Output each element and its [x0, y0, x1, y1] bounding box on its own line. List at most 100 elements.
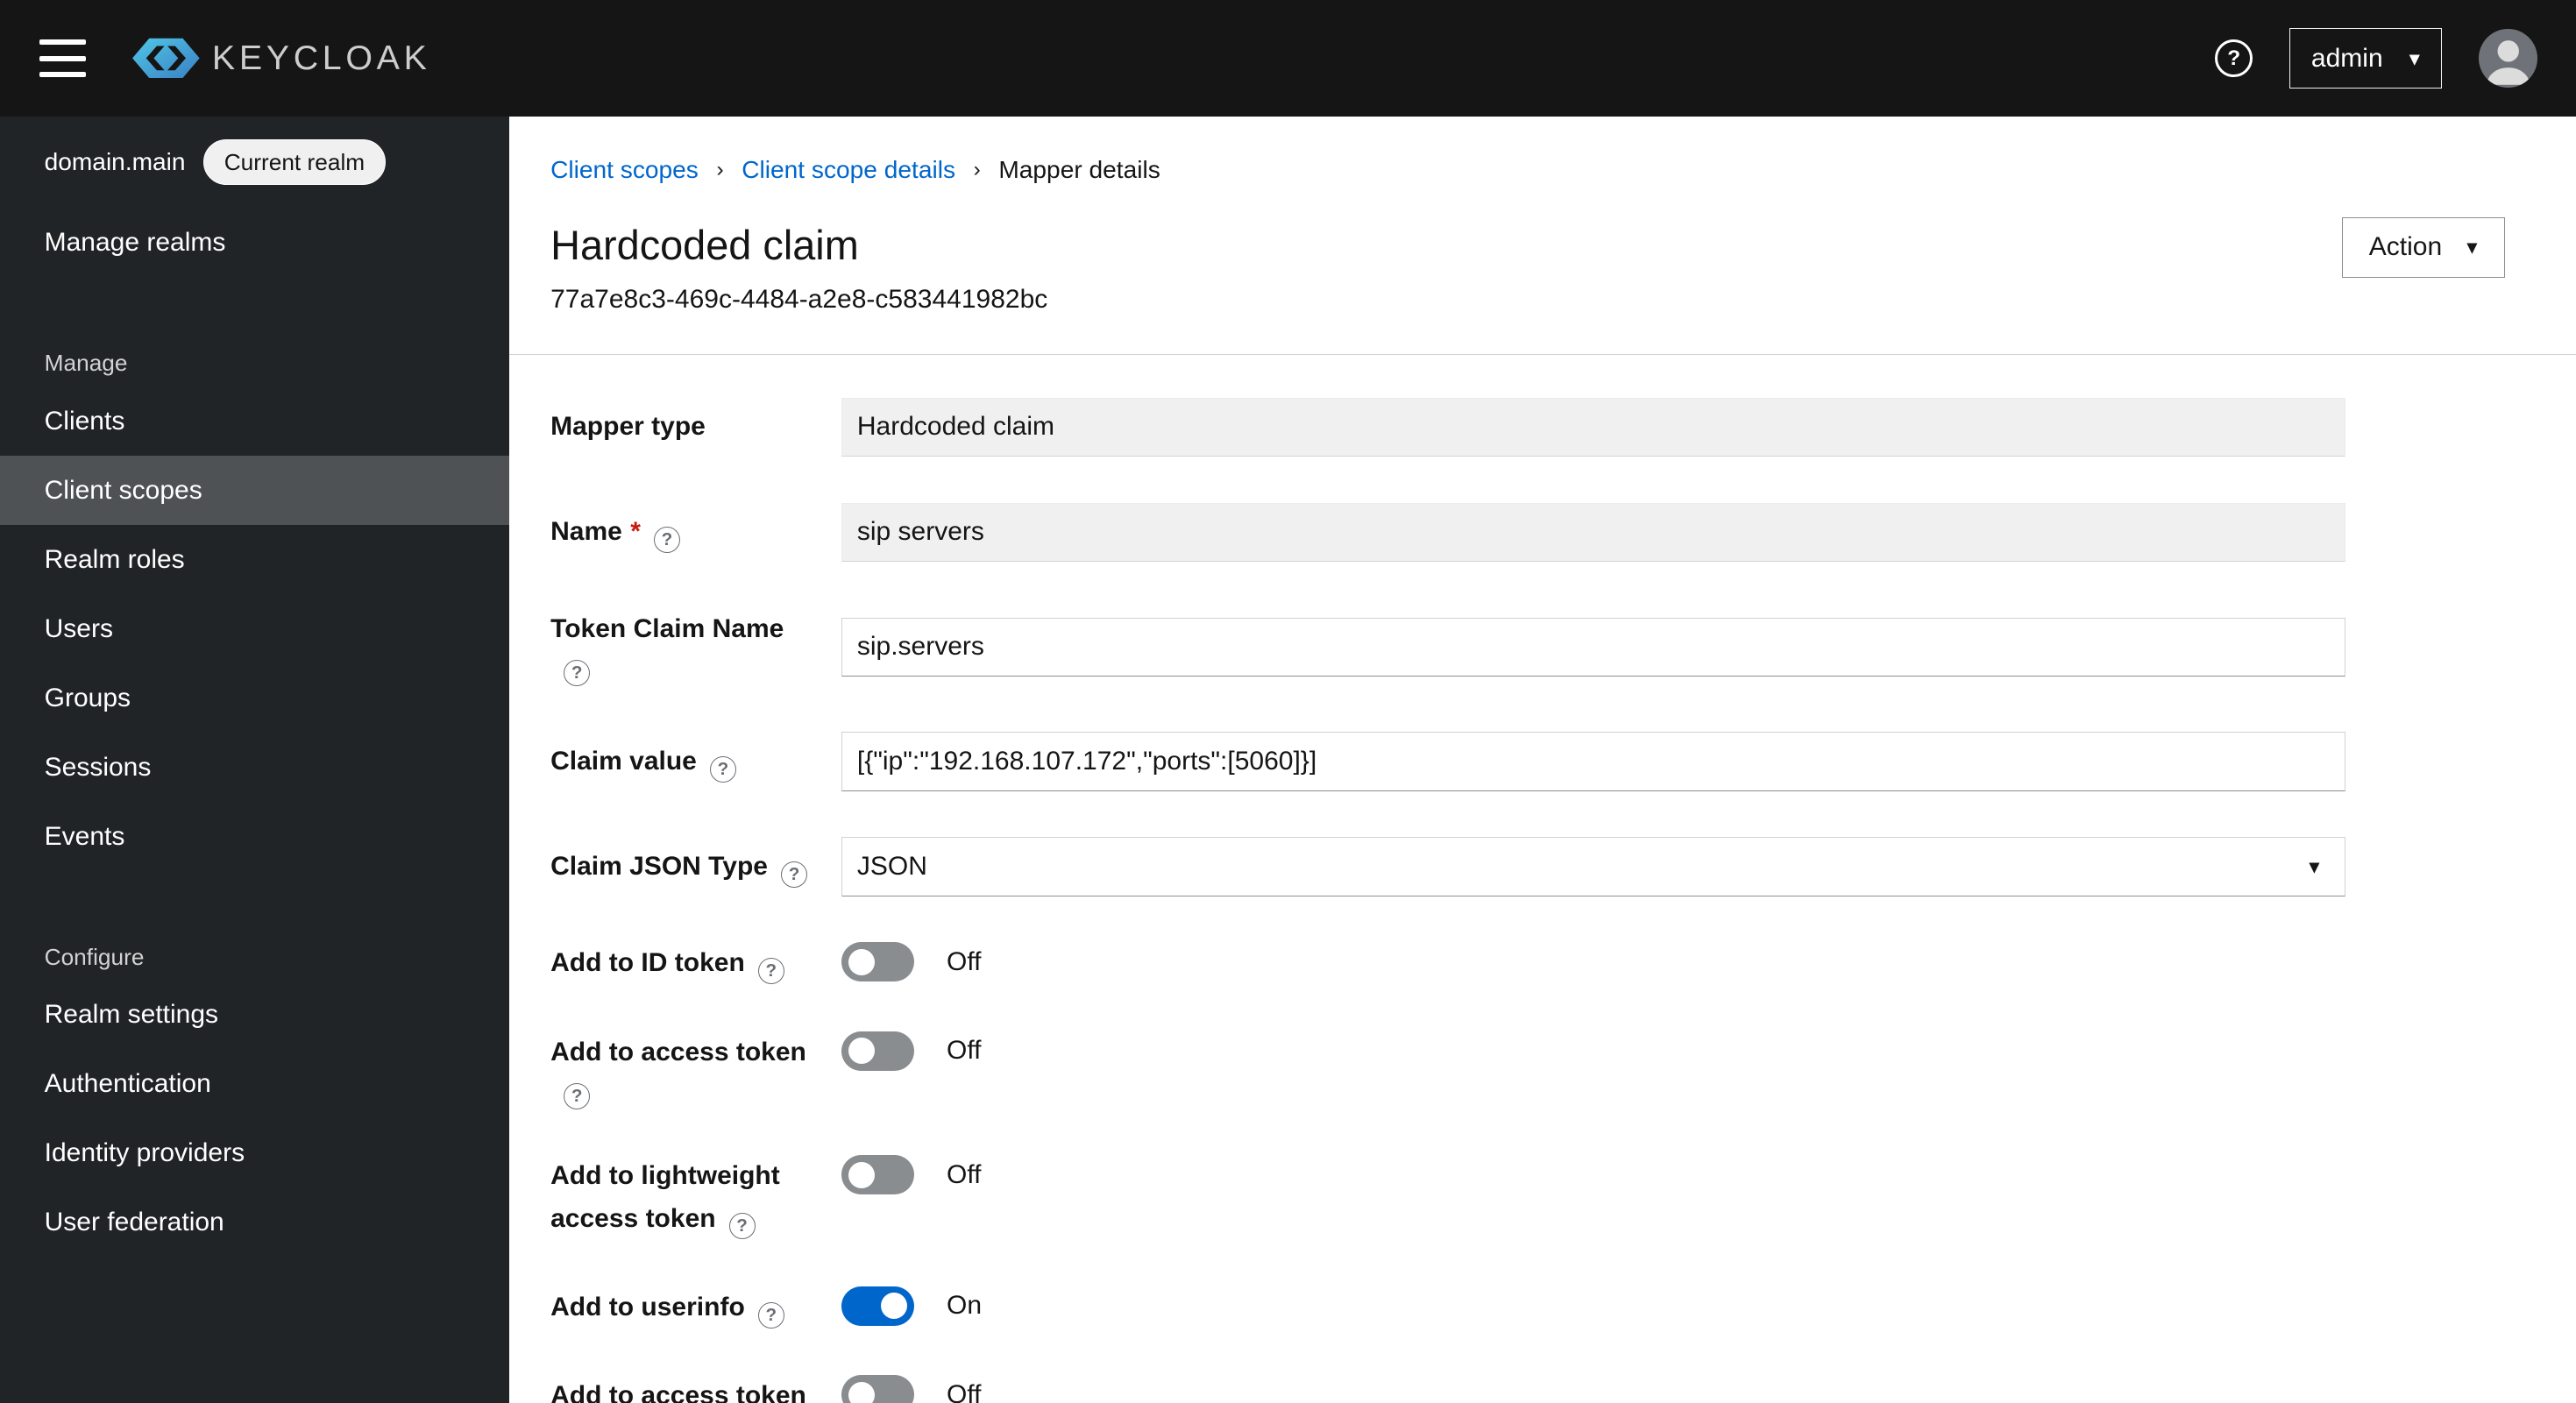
caret-down-icon: ▾: [2466, 236, 2478, 260]
breadcrumb: Client scopes › Client scope details › M…: [550, 156, 2504, 184]
page-header: Client scopes › Client scope details › M…: [509, 117, 2576, 354]
current-realm-badge: Current realm: [203, 139, 386, 186]
sidebar-item-sessions[interactable]: Sessions: [0, 733, 509, 802]
add-to-id-token-toggle[interactable]: [841, 942, 914, 982]
action-dropdown-button[interactable]: Action ▾: [2341, 216, 2505, 278]
body-row: domain.main Current realm Manage realms …: [0, 117, 2576, 1403]
brand-name: KEYCLOAK: [211, 39, 431, 78]
page-title: Hardcoded claim: [550, 223, 859, 269]
help-icon[interactable]: ?: [728, 1213, 756, 1240]
form-row-add-to-id-token: Add to ID token? Off: [550, 942, 2576, 985]
sidebar-item-realm-roles[interactable]: Realm roles: [0, 525, 509, 594]
claim-json-type-select[interactable]: JSON ▾: [841, 837, 2345, 896]
breadcrumb-separator-icon: ›: [716, 158, 724, 182]
form-row-add-to-access-token-2: Add to access token Off: [550, 1375, 2576, 1403]
nav-section-title-configure: Configure: [44, 943, 145, 970]
masthead-actions: ? admin ▾: [2215, 27, 2537, 89]
action-label: Action: [2368, 232, 2443, 262]
add-to-access-token-toggle[interactable]: [841, 1031, 914, 1071]
required-indicator: *: [630, 517, 641, 547]
form-row-add-to-access-token: Add to access token? Off: [550, 1031, 2576, 1109]
keycloak-brand: KEYCLOAK: [131, 37, 431, 80]
realm-selector[interactable]: domain.main Current realm: [0, 117, 509, 208]
help-icon[interactable]: ?: [564, 659, 591, 686]
username-label: admin: [2310, 43, 2383, 73]
toggle-state-label: Off: [947, 1159, 982, 1189]
add-to-id-token-label: Add to ID token: [550, 948, 745, 978]
switch-knob: [848, 948, 875, 975]
add-to-access-token-label: Add to access token: [550, 1037, 806, 1066]
sidebar-nav: domain.main Current realm Manage realms …: [0, 117, 510, 1403]
sidebar-item-realm-settings[interactable]: Realm settings: [0, 981, 509, 1050]
mapper-type-label: Mapper type: [550, 412, 706, 442]
caret-down-icon: ▾: [2409, 46, 2420, 71]
app-root: KEYCLOAK ? admin ▾ domain.main Current r…: [0, 0, 2576, 1403]
breadcrumb-separator-icon: ›: [973, 158, 981, 182]
add-to-lightweight-access-token-toggle[interactable]: [841, 1155, 914, 1195]
token-claim-name-input[interactable]: [841, 617, 2345, 677]
add-to-access-token-2-toggle[interactable]: [841, 1375, 914, 1403]
help-icon[interactable]: ?: [564, 1082, 591, 1109]
form-row-add-to-userinfo: Add to userinfo? On: [550, 1286, 2576, 1329]
mapper-details-form: Mapper type Name*? Token: [509, 355, 2576, 1403]
claim-json-type-label: Claim JSON Type: [550, 851, 768, 881]
token-claim-name-label: Token Claim Name: [550, 613, 784, 643]
switch-knob: [848, 1161, 875, 1188]
help-icon[interactable]: ?: [709, 755, 736, 783]
toggle-state-label: Off: [947, 1036, 982, 1066]
breadcrumb-client-scopes[interactable]: Client scopes: [550, 156, 699, 184]
sidebar-item-client-scopes[interactable]: Client scopes: [0, 456, 510, 526]
title-block: Hardcoded claim 77a7e8c3-469c-4484-a2e8-…: [550, 220, 1047, 315]
hamburger-menu-button[interactable]: [39, 39, 89, 78]
selected-option-label: JSON: [856, 852, 927, 882]
title-row: Hardcoded claim 77a7e8c3-469c-4484-a2e8-…: [550, 216, 2505, 315]
nav-section-title-manage: Manage: [44, 349, 128, 376]
toggle-state-label: On: [947, 1291, 983, 1321]
keycloak-logo-icon: [131, 37, 201, 80]
help-icon[interactable]: ?: [2215, 39, 2253, 78]
sidebar-item-groups[interactable]: Groups: [0, 663, 509, 733]
mapper-type-input: [841, 397, 2345, 457]
toggle-state-label: Off: [947, 1379, 982, 1403]
switch-knob: [881, 1293, 907, 1320]
sidebar-item-manage-realms[interactable]: Manage realms: [0, 208, 509, 277]
toggle-state-label: Off: [947, 946, 982, 976]
name-label: Name: [550, 517, 622, 547]
mapper-id: 77a7e8c3-469c-4484-a2e8-c583441982bc: [550, 284, 1048, 314]
help-icon[interactable]: ?: [757, 1301, 784, 1329]
help-icon[interactable]: ?: [780, 861, 807, 888]
avatar[interactable]: [2478, 28, 2537, 89]
form-row-claim-json-type: Claim JSON Type? JSON ▾: [550, 837, 2576, 896]
form-row-claim-value: Claim value?: [550, 732, 2576, 791]
add-to-userinfo-toggle[interactable]: [841, 1286, 914, 1326]
name-input: [841, 502, 2345, 563]
hamburger-bar: [39, 55, 86, 61]
help-icon[interactable]: ?: [757, 958, 784, 985]
sidebar-item-clients[interactable]: Clients: [0, 386, 509, 456]
switch-knob: [848, 1038, 875, 1065]
hamburger-bar: [39, 72, 86, 78]
form-row-token-claim-name: Token Claim Name?: [550, 608, 2576, 686]
caret-down-icon: ▾: [2309, 855, 2320, 880]
add-to-access-token-2-label: Add to access token: [550, 1381, 806, 1403]
hamburger-bar: [39, 39, 86, 45]
help-icon[interactable]: ?: [653, 526, 680, 553]
form-row-name: Name *?: [550, 502, 2576, 563]
breadcrumb-current: Mapper details: [998, 156, 1160, 184]
claim-value-input[interactable]: [841, 732, 2345, 791]
sidebar-item-users[interactable]: Users: [0, 594, 509, 663]
form-row-mapper-type: Mapper type: [550, 397, 2576, 457]
current-realm-name: domain.main: [44, 148, 186, 176]
main-content: Client scopes › Client scope details › M…: [509, 117, 2576, 1403]
sidebar-item-identity-providers[interactable]: Identity providers: [0, 1119, 509, 1188]
user-menu-dropdown[interactable]: admin ▾: [2289, 27, 2443, 89]
sidebar-item-authentication[interactable]: Authentication: [0, 1050, 509, 1119]
claim-value-label: Claim value: [550, 746, 697, 776]
switch-knob: [848, 1381, 875, 1403]
add-to-userinfo-label: Add to userinfo: [550, 1292, 745, 1322]
breadcrumb-client-scope-details[interactable]: Client scope details: [742, 156, 955, 184]
sidebar-item-events[interactable]: Events: [0, 802, 509, 871]
form-row-add-to-lightweight-access-token: Add to lightweight access token? Off: [550, 1155, 2576, 1240]
masthead: KEYCLOAK ? admin ▾: [0, 0, 2576, 117]
sidebar-item-user-federation[interactable]: User federation: [0, 1188, 509, 1258]
